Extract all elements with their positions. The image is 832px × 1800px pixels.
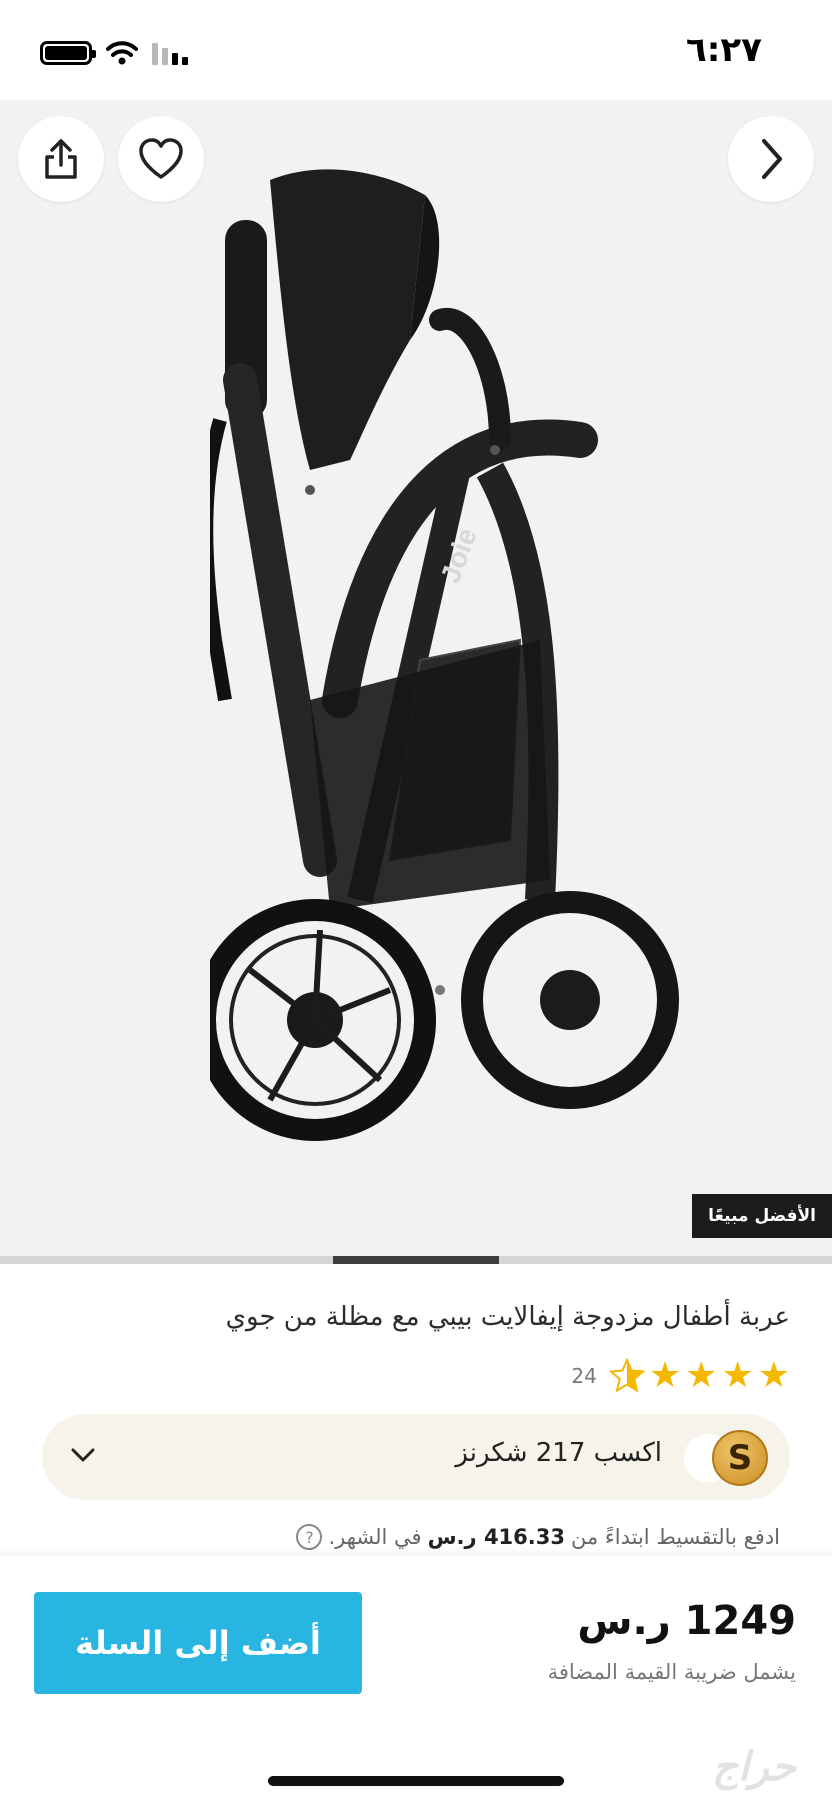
cellular-signal-icon xyxy=(152,41,188,65)
share-button[interactable] xyxy=(18,116,104,202)
help-icon[interactable]: ? xyxy=(296,1524,323,1550)
installment-prefix: ادفع بالتقسيط ابتداءً من xyxy=(570,1525,780,1549)
star-icon: ★ xyxy=(721,1355,754,1396)
half-star-icon xyxy=(608,1358,645,1393)
status-icons xyxy=(40,38,188,68)
bottom-bar: أضف إلى السلة 1249 ر.س يشمل ضريبة القيمة… xyxy=(0,1556,832,1800)
product-title: عربة أطفال مزدوجة إيفالايت بيبي مع مظلة … xyxy=(225,1302,790,1332)
gallery-progress xyxy=(0,1256,832,1264)
star-icon: ★ xyxy=(757,1355,790,1396)
share-icon xyxy=(45,139,77,179)
bestseller-badge: الأفضل مبيعًا xyxy=(692,1194,832,1238)
installment-suffix: في الشهر. xyxy=(328,1525,422,1549)
gallery-progress-fill xyxy=(333,1256,499,1264)
chevron-down-icon[interactable] xyxy=(68,1440,98,1470)
watermark: حراج xyxy=(712,1744,796,1790)
add-to-cart-button[interactable]: أضف إلى السلة xyxy=(34,1592,362,1694)
stroller-image: Joie xyxy=(210,169,679,1141)
vat-note: يشمل ضريبة القيمة المضافة xyxy=(547,1660,796,1684)
chevron-right-icon xyxy=(762,139,782,179)
status-bar: ٦:٢٧ xyxy=(0,0,832,100)
shukrans-coin-icon: S xyxy=(712,1430,768,1486)
star-icon: ★ xyxy=(685,1355,718,1396)
installment-amount: 416.33 ر.س xyxy=(427,1525,565,1549)
next-image-button[interactable] xyxy=(728,116,814,202)
battery-icon xyxy=(40,41,96,65)
product-rating[interactable]: ★ ★ ★ ★ 24 xyxy=(571,1356,790,1396)
shukrans-banner[interactable]: S اكسب 217 شكرنز xyxy=(42,1414,790,1500)
favorite-button[interactable] xyxy=(118,116,204,202)
wifi-icon xyxy=(106,41,138,65)
shukrans-text: اكسب 217 شكرنز xyxy=(455,1438,662,1468)
heart-icon xyxy=(139,138,183,179)
product-gallery[interactable]: Joie الأفضل مبيعًا xyxy=(0,100,832,1260)
status-time: ٦:٢٧ xyxy=(686,30,762,70)
product-price: 1249 ر.س xyxy=(577,1598,796,1644)
star-icon: ★ xyxy=(648,1355,682,1396)
installment-info: ادفع بالتقسيط ابتداءً من 416.33 ر.س في ا… xyxy=(296,1524,780,1550)
rating-count: 24 xyxy=(571,1364,597,1388)
home-indicator[interactable] xyxy=(268,1776,564,1786)
